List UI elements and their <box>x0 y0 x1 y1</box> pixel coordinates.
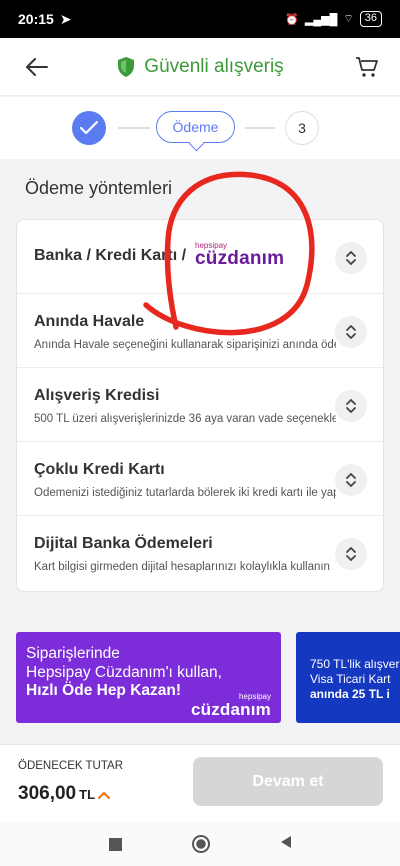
android-nav-bar <box>0 822 400 866</box>
hepsipay-cuzdanim-logo: hepsipay cüzdanım <box>190 692 271 719</box>
recent-apps-icon[interactable] <box>108 837 122 851</box>
red-annotation-circle <box>143 171 315 336</box>
total-amount[interactable]: 306,00 TL <box>18 783 111 805</box>
continue-button[interactable]: Devam et <box>193 757 383 806</box>
home-icon[interactable] <box>191 835 210 853</box>
promo-banner-hepsipay[interactable]: Siparişlerinde Hepsipay Cüzdanım'ı kulla… <box>16 632 281 723</box>
back-nav-icon[interactable] <box>280 835 292 854</box>
total-label: ÖDENECEK TUTAR <box>18 760 124 772</box>
promo-banner-visa[interactable]: 750 TL'lik alışveriş Visa Ticari Kart an… <box>296 632 400 723</box>
chevron-up-icon <box>98 792 111 799</box>
checkout-summary-bar: ÖDENECEK TUTAR 306,00 TL Devam et <box>0 744 400 822</box>
